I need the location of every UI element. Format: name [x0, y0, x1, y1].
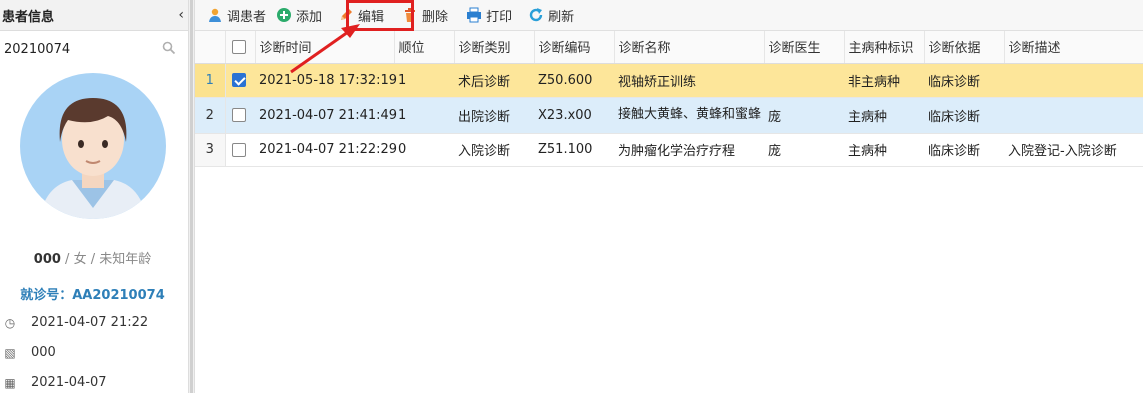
refresh-button[interactable]: 刷新	[526, 0, 580, 31]
cell-name: 为肿瘤化学治疗疗程	[614, 133, 764, 167]
table-row[interactable]: 1 2021-05-18 17:32:19 1 术后诊断 Z50.600 视轴矫…	[195, 63, 1143, 98]
user-icon	[207, 7, 223, 23]
cell-order: 1	[394, 97, 454, 134]
pencil-icon	[338, 7, 354, 23]
visit-number: 就诊号：AA20210074	[0, 284, 185, 303]
header-cell[interactable]: 诊断类别	[454, 31, 535, 64]
cell-time: 2021-04-07 21:22:29	[255, 133, 397, 167]
row-index: 2	[195, 97, 226, 134]
table-header-row: 诊断时间 顺位 诊断类别 诊断编码 诊断名称 诊断医生 主病种标识 诊断依据 诊…	[195, 31, 1143, 64]
add-button[interactable]: 添加	[274, 0, 328, 31]
button-label: 编辑	[358, 9, 385, 25]
patient-name: 000	[33, 252, 61, 267]
header-cell[interactable]: 顺位	[394, 31, 455, 64]
cell-main-flag: 主病种	[844, 97, 924, 134]
visit-label: 就诊号：	[20, 288, 73, 303]
cell-name: 视轴矫正训练	[614, 63, 764, 98]
header-cell[interactable]: 诊断依据	[924, 31, 1005, 64]
plus-circle-icon	[276, 7, 292, 23]
meta-date: ▦ 2021-04-07	[2, 375, 107, 390]
header-cell[interactable]: 诊断时间	[255, 31, 395, 64]
cell-category: 术后诊断	[454, 63, 534, 98]
meta-admit-time: ◷ 2021-04-07 21:22	[2, 315, 148, 330]
calendar-icon: ▦	[4, 375, 16, 390]
cell-category: 出院诊断	[454, 97, 534, 134]
diagnosis-panel: 调患者 添加 编辑 删除 打印 刷新 诊断时间 顺位 诊断类别 诊断编码 诊断名…	[195, 0, 1143, 393]
cell-main-flag: 非主病种	[844, 63, 924, 98]
cell-time: 2021-05-18 17:32:19	[255, 63, 397, 98]
button-label: 打印	[486, 9, 513, 25]
row-index: 1	[195, 63, 226, 98]
table-row[interactable]: 2 2021-04-07 21:41:49 1 出院诊断 X23.x00 接触大…	[195, 97, 1143, 134]
cell-basis: 临床诊断	[924, 97, 1004, 134]
meta-image: ▧ 000	[2, 345, 56, 360]
cell-time: 2021-04-07 21:41:49	[255, 97, 397, 134]
header-cell[interactable]: 诊断医生	[764, 31, 845, 64]
printer-icon	[466, 7, 482, 23]
cell-doctor: 庞	[764, 97, 844, 134]
cell-code: Z50.600	[534, 63, 614, 98]
patient-sidebar: 患者信息 ‹ 20210074 000 / 女 / 未知年龄 就诊号：AA202…	[0, 0, 190, 393]
row-select[interactable]	[225, 63, 255, 98]
cell-desc	[1004, 63, 1143, 98]
sidebar-header: 患者信息 ‹	[0, 0, 190, 31]
panel-splitter[interactable]	[188, 0, 195, 393]
cell-order: 0	[394, 133, 454, 167]
splitter-grip[interactable]	[190, 0, 193, 393]
header-cell[interactable]: 诊断描述	[1004, 31, 1143, 64]
table-row[interactable]: 3 2021-04-07 21:22:29 0 入院诊断 Z51.100 为肿瘤…	[195, 133, 1143, 167]
patient-search	[0, 31, 190, 67]
call-patient-button[interactable]: 调患者	[205, 0, 272, 31]
row-select[interactable]	[225, 97, 255, 134]
header-index	[195, 31, 226, 64]
header-cell[interactable]: 主病种标识	[844, 31, 925, 64]
collapse-icon[interactable]: ‹	[178, 7, 184, 23]
cell-main-flag: 主病种	[844, 133, 924, 167]
patient-gender-age: / 女 / 未知年龄	[60, 252, 152, 267]
delete-button[interactable]: 删除	[400, 0, 454, 31]
button-label: 调患者	[227, 9, 267, 25]
meta-text: 000	[31, 345, 56, 360]
diagnosis-table: 诊断时间 顺位 诊断类别 诊断编码 诊断名称 诊断医生 主病种标识 诊断依据 诊…	[195, 31, 1143, 167]
print-button[interactable]: 打印	[464, 0, 518, 31]
avatar	[20, 68, 166, 224]
cell-code: X23.x00	[534, 97, 614, 134]
cell-category: 入院诊断	[454, 133, 534, 167]
sidebar-title: 患者信息	[2, 9, 55, 25]
meta-text: 2021-04-07 21:22	[31, 315, 149, 330]
header-cell[interactable]: 诊断编码	[534, 31, 615, 64]
cell-code: Z51.100	[534, 133, 614, 167]
cell-desc	[1004, 97, 1143, 134]
header-cell[interactable]: 诊断名称	[614, 31, 765, 64]
image-icon: ▧	[4, 345, 16, 360]
meta-text: 2021-04-07	[31, 375, 107, 390]
cell-order: 1	[394, 63, 454, 98]
select-all-checkbox[interactable]	[231, 39, 246, 54]
row-checkbox[interactable]	[231, 73, 246, 87]
search-icon[interactable]	[162, 41, 176, 58]
row-checkbox[interactable]	[231, 142, 246, 157]
refresh-icon	[528, 7, 544, 23]
trash-icon	[402, 7, 418, 23]
patient-summary: 000 / 女 / 未知年龄	[0, 248, 185, 267]
cell-basis: 临床诊断	[924, 133, 1004, 167]
app: 患者信息 ‹ 20210074 000 / 女 / 未知年龄 就诊号：AA202…	[0, 0, 1143, 393]
cell-name: 接触大黄蜂、黄蜂和蜜蜂	[614, 97, 764, 134]
clock-icon: ◷	[4, 315, 16, 330]
button-label: 添加	[296, 9, 323, 25]
cell-basis: 临床诊断	[924, 63, 1004, 98]
row-checkbox[interactable]	[231, 108, 246, 122]
row-index: 3	[195, 133, 226, 167]
visit-value: AA20210074	[72, 288, 165, 303]
button-label: 删除	[422, 9, 449, 25]
cell-desc: 入院登记-入院诊断	[1004, 133, 1143, 167]
patient-search-input[interactable]	[4, 41, 144, 57]
cell-doctor: 庞	[764, 133, 844, 167]
row-select[interactable]	[225, 133, 255, 167]
toolbar: 调患者 添加 编辑 删除 打印 刷新	[195, 0, 1143, 31]
cell-doctor	[764, 63, 844, 98]
edit-button[interactable]: 编辑	[336, 0, 390, 31]
button-label: 刷新	[548, 9, 575, 25]
header-select-all[interactable]	[225, 31, 256, 64]
